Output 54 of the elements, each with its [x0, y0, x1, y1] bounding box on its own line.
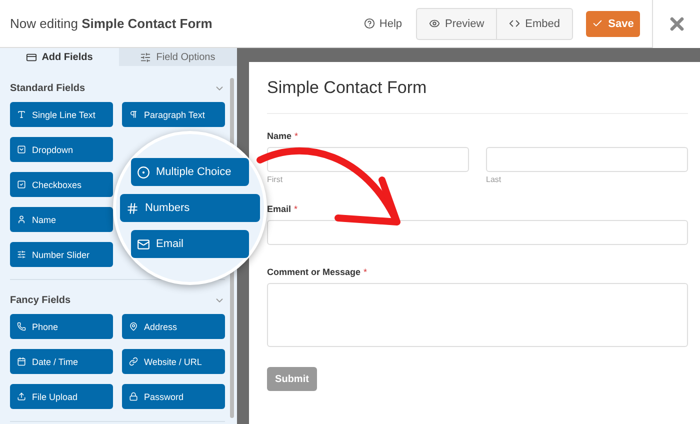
field-button[interactable]: Password: [122, 384, 225, 409]
field-button[interactable]: Date / Time: [10, 349, 113, 374]
form-title: Simple Contact Form: [267, 78, 688, 114]
section-title: Fancy Fields: [10, 294, 71, 306]
field-button[interactable]: Paragraph Text: [122, 102, 225, 127]
field-button[interactable]: Numbers: [120, 194, 260, 222]
link-icon: [129, 357, 138, 366]
calendar-icon: [17, 357, 26, 366]
field-label: Name *: [267, 131, 298, 141]
field-button[interactable]: Checkboxes: [10, 172, 113, 197]
field-button[interactable]: Multiple Choice: [131, 158, 249, 186]
preview-button[interactable]: Preview: [417, 8, 496, 38]
sublabel: First: [267, 175, 284, 184]
checkbox-icon: [17, 180, 26, 189]
envelope-icon: [137, 238, 150, 250]
card-icon: [26, 52, 37, 62]
sidebar-tab[interactable]: Field Options: [118, 48, 237, 66]
help-link[interactable]: Help: [364, 18, 402, 30]
field-button[interactable]: Number Slider: [10, 242, 113, 267]
eye-icon: [429, 18, 440, 29]
message-field[interactable]: [267, 283, 688, 347]
help-icon: [364, 18, 376, 29]
field-button[interactable]: Dropdown: [10, 137, 113, 162]
last-name-field[interactable]: [486, 147, 688, 172]
pilcrow-icon: [129, 110, 138, 119]
field-button[interactable]: Email: [131, 230, 249, 258]
upload-icon: [17, 392, 26, 401]
field-button[interactable]: File Upload: [10, 384, 113, 409]
code-icon: [509, 18, 520, 29]
embed-button[interactable]: Embed: [496, 8, 572, 38]
field-button[interactable]: Address: [122, 314, 225, 339]
save-button[interactable]: Save: [586, 10, 640, 36]
sliders-icon: [140, 52, 152, 62]
field-button[interactable]: Single Line Text: [10, 102, 113, 127]
hash-icon: [126, 202, 139, 214]
field-button[interactable]: Name: [10, 207, 113, 232]
radio-icon: [137, 166, 150, 178]
check-icon: [592, 18, 604, 29]
sublabel: Last: [486, 175, 502, 184]
lock-icon: [129, 392, 138, 401]
phone-icon: [17, 322, 26, 331]
slider-icon: [17, 250, 26, 259]
field-label: Email *: [267, 204, 298, 214]
field-button[interactable]: Phone: [10, 314, 113, 339]
dropdown-icon: [17, 145, 26, 154]
editor-title: Now editing Simple Contact Form: [9, 16, 214, 31]
text-icon: [17, 110, 26, 119]
map-pin-icon: [129, 322, 138, 331]
close-button[interactable]: [652, 0, 700, 48]
person-icon: [17, 215, 26, 224]
field-label: Comment or Message *: [267, 267, 368, 277]
field-button[interactable]: Website / URL: [122, 349, 225, 374]
email-field[interactable]: [267, 220, 688, 245]
section-title: Standard Fields: [10, 82, 86, 94]
